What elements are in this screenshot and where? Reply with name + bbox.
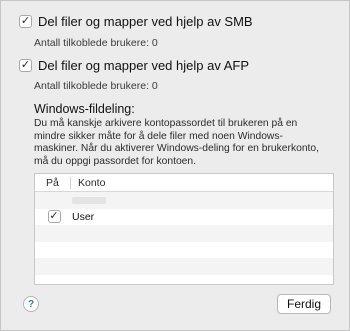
smb-sharing-option[interactable]: ✓ Del filer og mapper ved hjelp av SMB	[19, 14, 253, 29]
table-header: På Konto	[35, 174, 333, 192]
column-header-account[interactable]: Konto	[71, 177, 105, 189]
smb-checkbox[interactable]: ✓	[19, 15, 32, 28]
file-sharing-options-sheet: ✓ Del filer og mapper ved hjelp av SMB A…	[0, 0, 350, 331]
row-account-cell	[69, 196, 106, 204]
checkmark-icon: ✓	[20, 15, 31, 27]
windows-accounts-table: På Konto ✓ User	[34, 173, 334, 285]
checkmark-icon: ✓	[20, 59, 31, 71]
table-row-empty	[35, 225, 333, 242]
afp-sharing-option[interactable]: ✓ Del filer og mapper ved hjelp av AFP	[19, 58, 249, 73]
smb-label: Del filer og mapper ved hjelp av SMB	[38, 14, 253, 29]
row-on-cell: ✓	[35, 210, 69, 224]
table-row-empty	[35, 242, 333, 259]
table-row[interactable]	[35, 192, 333, 209]
user-enabled-checkbox[interactable]: ✓	[47, 210, 61, 224]
table-row-empty	[35, 258, 333, 275]
redacted-account-name	[72, 196, 106, 204]
afp-connected-users: Antall tilkoblede brukere: 0	[34, 80, 158, 92]
afp-label: Del filer og mapper ved hjelp av AFP	[38, 58, 249, 73]
checkmark-icon: ✓	[49, 210, 59, 223]
afp-checkbox[interactable]: ✓	[19, 59, 32, 72]
done-button[interactable]: Ferdig	[277, 294, 331, 314]
table-row[interactable]: ✓ User	[35, 209, 333, 226]
windows-sharing-description: Du må kanskje arkivere kontopassordet ti…	[34, 118, 320, 167]
column-header-on[interactable]: På	[35, 177, 59, 189]
smb-connected-users: Antall tilkoblede brukere: 0	[34, 37, 158, 49]
help-icon[interactable]: ?	[23, 296, 39, 312]
row-account-cell: User	[72, 210, 95, 223]
windows-sharing-title: Windows-fildeling:	[34, 102, 135, 116]
